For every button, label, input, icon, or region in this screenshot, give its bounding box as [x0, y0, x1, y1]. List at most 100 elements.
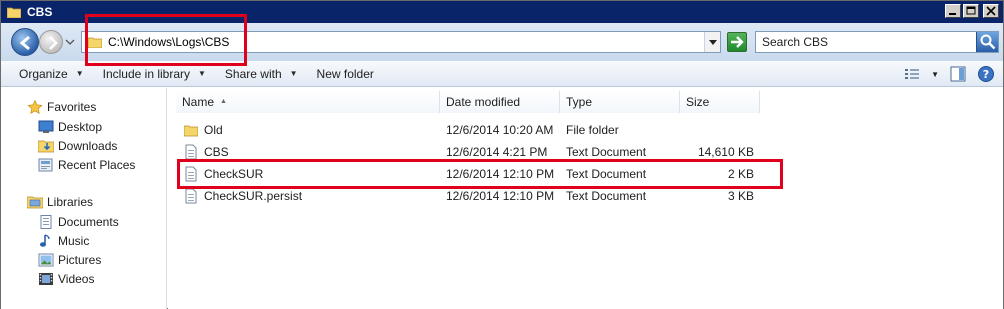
column-header-type[interactable]: Type [560, 91, 680, 113]
sidebar-item-label: Videos [58, 272, 95, 286]
file-row-cbs[interactable]: CBS 12/6/2014 4:21 PM Text Document 14,6… [176, 141, 760, 163]
file-row-checksur[interactable]: CheckSUR 12/6/2014 12:10 PM Text Documen… [176, 163, 760, 185]
file-name: CBS [204, 145, 229, 159]
file-type: File folder [566, 123, 619, 137]
favorites-label: Favorites [47, 100, 97, 114]
dropdown-caret-icon: ▼ [198, 69, 206, 78]
share-with-label: Share with [224, 66, 282, 81]
help-button[interactable]: ? [977, 65, 995, 83]
svg-text:?: ? [983, 68, 989, 81]
file-list: Name ▲ Date modified Type Size Old 12/6/2… [168, 88, 1003, 309]
change-view-button[interactable] [903, 65, 921, 83]
search-placeholder: Search CBS [762, 35, 829, 49]
sidebar-item-documents[interactable]: Documents [38, 215, 119, 229]
share-with-menu[interactable]: Share with ▼ [225, 67, 298, 81]
search-icon [980, 34, 996, 50]
address-bar[interactable]: C:\Windows\Logs\CBS [81, 31, 721, 53]
folder-icon [183, 122, 199, 138]
sidebar-item-recent-places[interactable]: Recent Places [38, 158, 135, 172]
command-bar: Organize ▼ Include in library ▼ Share wi… [1, 61, 1003, 87]
new-folder-label: New folder [316, 66, 374, 81]
include-in-library-menu[interactable]: Include in library ▼ [103, 67, 206, 81]
address-dropdown-button[interactable] [704, 32, 720, 52]
recent-places-icon [38, 158, 54, 172]
address-path[interactable]: C:\Windows\Logs\CBS [108, 35, 229, 49]
sidebar-item-label: Pictures [58, 253, 102, 267]
search-button[interactable] [976, 32, 998, 52]
column-header-label: Name [182, 95, 215, 109]
sidebar-item-label: Documents [58, 215, 119, 229]
file-row-old[interactable]: Old 12/6/2014 10:20 AM File folder [176, 119, 760, 141]
title-bar[interactable]: CBS [1, 1, 1003, 23]
desktop-icon [38, 120, 54, 134]
downloads-icon [37, 139, 55, 153]
recent-locations-button[interactable] [65, 36, 75, 48]
file-size: 3 KB [727, 189, 754, 203]
sidebar-item-label: Recent Places [58, 158, 136, 172]
pictures-icon [38, 253, 54, 267]
documents-icon [38, 215, 54, 229]
organize-label: Organize [19, 66, 68, 81]
go-arrow-icon [731, 36, 744, 48]
back-button[interactable] [11, 28, 39, 56]
file-name-cell: Old [176, 119, 440, 141]
sidebar-item-music[interactable]: Music [38, 234, 89, 248]
sort-ascending-icon: ▲ [220, 98, 227, 105]
column-header-name[interactable]: Name ▲ [176, 91, 440, 113]
help-icon: ? [978, 66, 994, 82]
file-name: CheckSUR [204, 167, 264, 181]
music-icon [38, 234, 54, 248]
forward-button[interactable] [39, 30, 63, 54]
minimize-button[interactable] [945, 4, 961, 18]
view-controls: ▼ ? [903, 65, 995, 83]
details-view-icon [905, 69, 920, 79]
chevron-down-icon [65, 39, 75, 45]
file-name: CheckSUR.persist [204, 189, 303, 203]
view-options-dropdown[interactable]: ▼ [931, 70, 939, 79]
column-header-size[interactable]: Size [680, 91, 760, 113]
new-folder-button[interactable]: New folder [317, 67, 374, 81]
close-button[interactable] [983, 4, 999, 18]
file-type: Text Document [566, 167, 647, 181]
sidebar-item-label: Downloads [58, 139, 118, 153]
arrow-left-icon [19, 35, 30, 51]
preview-pane-button[interactable] [949, 65, 967, 83]
sidebar-item-videos[interactable]: Videos [38, 272, 94, 286]
file-size [680, 119, 760, 141]
star-icon [27, 99, 43, 114]
sidebar-item-pictures[interactable]: Pictures [38, 253, 101, 267]
file-date-modified: 12/6/2014 12:10 PM [446, 189, 555, 203]
search-field[interactable]: Search CBS [755, 31, 999, 53]
libraries-label: Libraries [47, 195, 94, 209]
file-name: Old [204, 123, 223, 137]
sidebar-item-label: Music [58, 234, 90, 248]
column-header-label: Date modified [446, 95, 521, 109]
file-row-checksur-persist[interactable]: CheckSUR.persist 12/6/2014 12:10 PM Text… [176, 185, 760, 207]
maximize-button[interactable] [963, 4, 979, 18]
go-button[interactable] [727, 32, 747, 52]
text-document-icon [184, 166, 198, 182]
file-date-modified: 12/6/2014 12:10 PM [446, 167, 555, 181]
column-header-label: Size [686, 95, 710, 109]
text-document-icon [184, 144, 198, 160]
favorites-group[interactable]: Favorites [27, 99, 97, 114]
organize-menu[interactable]: Organize ▼ [19, 67, 84, 81]
address-row: C:\Windows\Logs\CBS Search CBS [1, 23, 1003, 61]
libraries-group[interactable]: Libraries [26, 195, 94, 209]
folder-icon [6, 6, 22, 19]
dropdown-caret-icon: ▼ [289, 69, 298, 78]
sidebar-item-downloads[interactable]: Downloads [37, 139, 118, 153]
dropdown-caret-icon: ▼ [75, 69, 84, 78]
file-date-modified: 12/6/2014 10:20 AM [446, 123, 554, 137]
sidebar-item-label: Desktop [58, 120, 103, 134]
column-header-date-modified[interactable]: Date modified [440, 91, 560, 113]
sidebar-item-desktop[interactable]: Desktop [38, 120, 102, 134]
window-controls [945, 4, 999, 18]
chevron-down-icon [708, 40, 717, 45]
explorer-window: CBS C:\Windows\Logs\CBS Search CBS Organ… [0, 0, 1004, 309]
navigation-pane: Favorites Desktop Downloads Recent Place… [1, 88, 167, 309]
file-type: Text Document [566, 189, 647, 203]
file-name-cell: CheckSUR [176, 163, 440, 185]
column-headers: Name ▲ Date modified Type Size [176, 91, 760, 113]
text-document-icon [184, 188, 198, 204]
